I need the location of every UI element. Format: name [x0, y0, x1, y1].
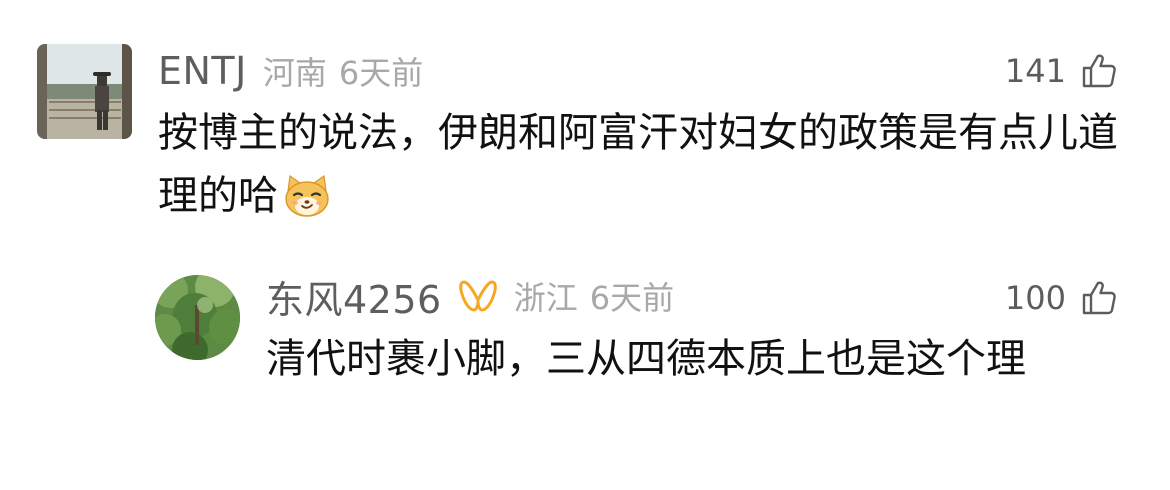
timestamp: 6天前: [338, 54, 424, 92]
like-button[interactable]: 100: [1005, 273, 1118, 323]
location-label: 浙江: [513, 279, 578, 317]
timestamp: 6天前: [589, 279, 675, 317]
thumbs-up-icon[interactable]: [1080, 52, 1118, 90]
avatar[interactable]: [155, 275, 240, 360]
like-count: 100: [1004, 279, 1066, 317]
reply-item: 东风4256 浙江 6天前 100 清代时裹小脚，三从四德本质上也是这个理: [0, 255, 1170, 490]
thumbs-up-icon[interactable]: [1080, 279, 1118, 317]
comment-meta: ENTJ 河南 6天前: [158, 46, 423, 96]
avatar-image: [155, 275, 240, 360]
comment-meta: 东风4256 浙江 6天前: [266, 270, 674, 322]
smirk-cat-emoji-icon: [282, 173, 332, 217]
like-count: 141: [1004, 52, 1066, 90]
avatar-image: [37, 44, 132, 139]
comment-text: 按博主的说法，伊朗和阿富汗对妇女的政策是有点儿道理的哈: [158, 102, 1118, 228]
avatar[interactable]: [37, 44, 132, 139]
like-button[interactable]: 141: [1005, 46, 1118, 96]
comment-item: ENTJ 河南 6天前 141 按博主的说法，伊朗和阿富汗对妇女的政策是有点儿道…: [0, 0, 1170, 240]
location-label: 河南: [262, 54, 327, 92]
username[interactable]: 东风4256: [266, 269, 442, 324]
username[interactable]: ENTJ: [158, 49, 247, 93]
comment-body: 清代时裹小脚，三从四德本质上也是这个理: [266, 336, 1026, 382]
comment-text: 清代时裹小脚，三从四德本质上也是这个理: [266, 328, 1106, 391]
vip-badge-icon: [458, 278, 498, 314]
